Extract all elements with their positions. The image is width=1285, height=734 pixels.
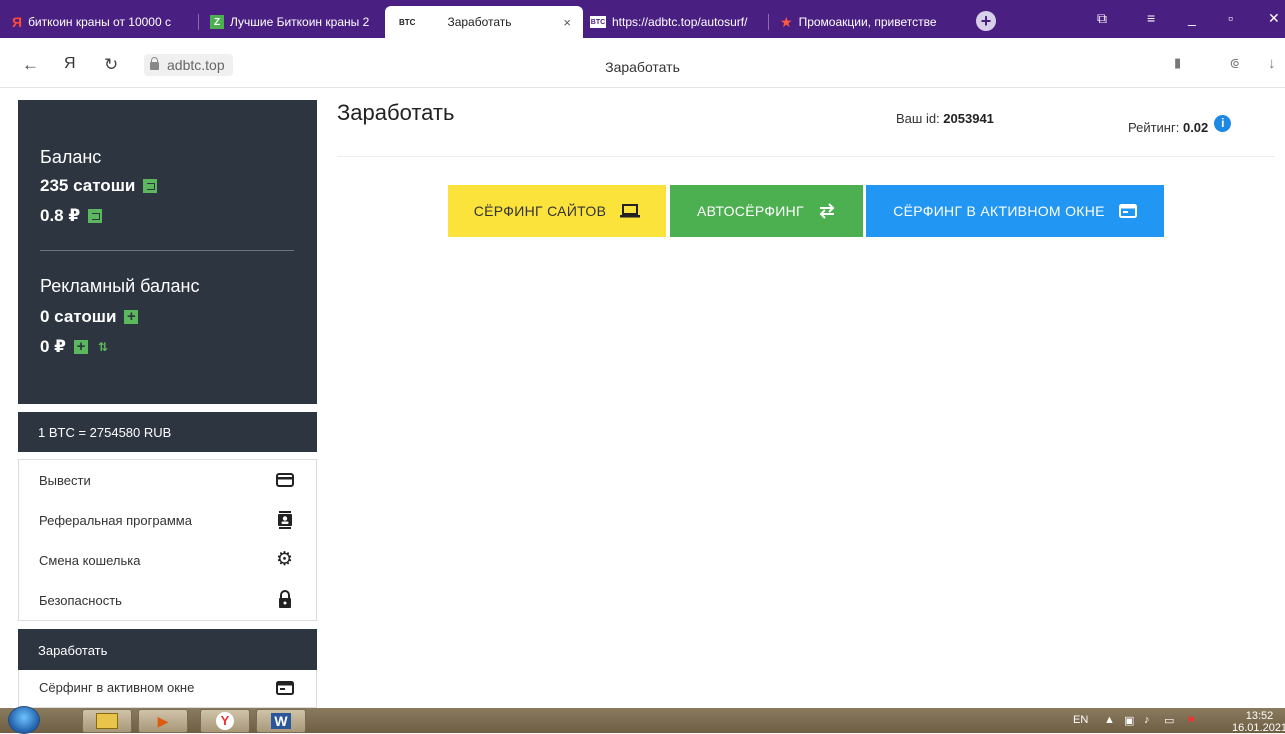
ad-balance-satoshi: 0 сатоши + <box>40 307 139 327</box>
extensions-icon[interactable]: ⟃ <box>1230 55 1239 72</box>
menu-item-withdraw[interactable]: Вывести <box>19 460 316 500</box>
close-window-icon[interactable]: ✕ <box>1268 10 1280 27</box>
tab-autosurf[interactable]: BTC https://adbtc.top/autosurf/ <box>590 12 760 32</box>
display-icon[interactable]: ▭ <box>1164 714 1174 727</box>
account-menu: Вывести Реферальная программа Смена коше… <box>18 459 317 621</box>
action-center-flag-icon[interactable]: ⚑ <box>1186 714 1196 727</box>
tab-bitcoin-faucets[interactable]: Я биткоин краны от 10000 с <box>12 12 182 32</box>
media-player-icon[interactable]: ▶ <box>138 709 188 733</box>
menu-item-security[interactable]: Безопасность <box>19 580 316 620</box>
tab-separator <box>768 14 769 30</box>
balance-card: Баланс 235 сатоши 0.8 ₽ Рекламный баланс… <box>18 100 317 404</box>
minimize-icon[interactable]: _ <box>1188 10 1196 26</box>
user-rating: Рейтинг: 0.02 i <box>1128 115 1232 136</box>
active-window-surf-button[interactable]: СЁРФИНГ В АКТИВНОМ ОКНЕ <box>866 185 1164 237</box>
yandex-browser-icon[interactable]: Y <box>200 709 250 733</box>
volume-icon[interactable]: ♪ <box>1144 714 1150 726</box>
language-indicator[interactable]: EN <box>1073 714 1088 726</box>
gear-icon: ⚙ <box>276 549 294 570</box>
header-divider <box>337 156 1275 157</box>
start-button[interactable] <box>8 706 40 734</box>
plus-icon[interactable]: + <box>124 309 139 324</box>
window-icon <box>276 681 294 695</box>
network-icon[interactable]: ▣ <box>1124 714 1134 727</box>
ad-balance-rub: 0 ₽ + ⇅ <box>40 337 109 356</box>
bookmark-icon[interactable]: ▮ <box>1174 55 1181 71</box>
info-icon[interactable]: i <box>1214 115 1232 132</box>
laptop-icon <box>620 204 641 218</box>
balance-rub: 0.8 ₽ <box>40 206 103 226</box>
star-icon: ★ <box>780 13 793 30</box>
close-tab-icon[interactable]: × <box>563 15 571 30</box>
swap-arrows-icon <box>819 203 835 219</box>
btc-icon: BTC <box>590 16 606 28</box>
tray-expand-icon[interactable]: ▲ <box>1104 714 1115 726</box>
word-icon[interactable]: W <box>256 709 306 733</box>
yandex-icon: Я <box>12 14 23 30</box>
credit-card-icon <box>276 473 294 487</box>
wallet-icon[interactable] <box>88 209 103 223</box>
tab-list-icon[interactable]: ⧉ <box>1097 10 1107 27</box>
btc-icon: BTC <box>399 17 416 27</box>
menu-item-active-window-surf[interactable]: Сёрфинг в активном окне <box>18 670 317 708</box>
system-clock[interactable]: 13:52 16.01.2021 <box>1232 710 1285 734</box>
menu-item-referral[interactable]: Реферальная программа <box>19 500 316 540</box>
ad-balance-title: Рекламный баланс <box>40 276 200 296</box>
window-icon <box>1118 204 1137 218</box>
tab-promo[interactable]: ★ Промоакции, приветстве <box>780 12 950 32</box>
page-title-bar: Заработать <box>605 59 680 75</box>
menu-item-change-wallet[interactable]: Смена кошелька ⚙ <box>19 540 316 580</box>
balance-satoshi: 235 сатоши <box>40 176 158 196</box>
new-tab-button[interactable]: + <box>976 11 996 31</box>
menu-icon[interactable]: ≡ <box>1147 10 1155 26</box>
page-title: Заработать <box>337 100 455 125</box>
download-icon[interactable]: ↓ <box>1268 55 1276 72</box>
address-bar: ← Я ↻ adbtc.top Заработать ▮ ⟃ ↓ <box>0 38 1285 88</box>
green-z-icon: Z <box>210 15 224 29</box>
earn-menu-header[interactable]: Заработать <box>18 629 317 670</box>
balance-title: Баланс <box>40 147 102 167</box>
autosurf-button[interactable]: АВТОСЁРФИНГ <box>670 185 863 237</box>
tab-best-faucets[interactable]: Z Лучшие Биткоин краны 2 <box>210 12 370 32</box>
file-explorer-icon[interactable] <box>82 709 132 733</box>
balance-divider <box>40 250 294 251</box>
lock-icon <box>279 590 291 608</box>
restore-icon[interactable]: ▫ <box>1228 10 1233 26</box>
wallet-icon[interactable] <box>143 179 158 193</box>
user-id: Ваш id: 2053941 <box>896 111 994 126</box>
plus-icon[interactable]: + <box>74 339 89 354</box>
tab-earn[interactable]: BTC Заработать × <box>385 6 583 38</box>
exchange-icon[interactable]: ⇅ <box>98 340 108 354</box>
tab-separator <box>198 14 199 30</box>
btc-rate: 1 BTC = 2754580 RUB <box>18 412 317 452</box>
browser-tab-strip: Я биткоин краны от 10000 с Z Лучшие Битк… <box>0 0 1285 38</box>
surf-sites-button[interactable]: СЁРФИНГ САЙТОВ <box>448 185 666 237</box>
windows-taskbar: ▶ Y W EN ▲ ▣ ♪ ▭ ⚑ 13:52 16.01.2021 <box>0 706 1285 734</box>
contact-card-icon <box>278 511 292 529</box>
